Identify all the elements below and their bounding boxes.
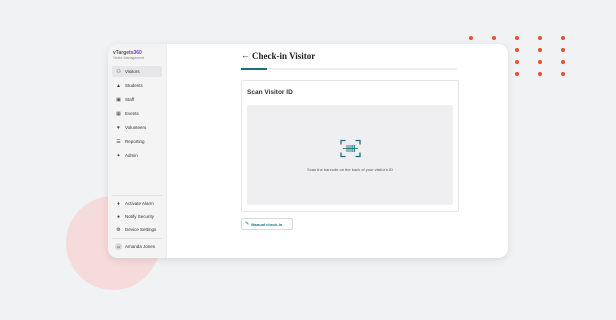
- page-title: Check-in Visitor: [252, 51, 316, 61]
- activate-alarm-button[interactable]: ♦ Activate Alarm: [112, 198, 162, 209]
- hand-heart-icon: ♥: [117, 124, 120, 131]
- sidebar-item-label: Reporting: [125, 139, 145, 144]
- sidebar-item-label: Notify Security: [125, 214, 155, 219]
- sidebar-item-staff[interactable]: ▣ Staff: [112, 94, 162, 105]
- shield-icon: ●: [116, 213, 121, 220]
- dot: [538, 36, 542, 40]
- manual-checkin-label: Manual check-in: [251, 221, 283, 227]
- sidebar: vTargets360 Visitor Management ⚇ Visitor…: [108, 44, 167, 258]
- brand-subtitle: Visitor Management: [113, 56, 145, 60]
- avatar: AJ: [115, 243, 122, 250]
- sidebar-divider: [112, 195, 162, 196]
- sidebar-item-students[interactable]: ▲ Students: [112, 80, 162, 91]
- people-icon: ⚇: [116, 68, 121, 75]
- dot: [561, 72, 565, 76]
- wrench-icon: ✦: [116, 152, 121, 159]
- bell-icon: ♦: [117, 200, 120, 207]
- sidebar-item-label: Staff: [125, 97, 135, 102]
- sidebar-divider: [112, 238, 162, 239]
- dot: [538, 72, 542, 76]
- progress-indicator: [241, 68, 267, 70]
- dot: [515, 48, 519, 52]
- sidebar-item-label: Students: [125, 83, 143, 88]
- dot: [492, 36, 496, 40]
- card-title: Scan Visitor ID: [247, 89, 293, 96]
- sidebar-item-label: Device Settings: [125, 227, 157, 232]
- chart-icon: ☰: [116, 138, 121, 145]
- calendar-icon: ▦: [116, 110, 121, 117]
- dot: [515, 36, 519, 40]
- dot: [515, 72, 519, 76]
- sidebar-item-events[interactable]: ▦ Events: [112, 108, 162, 119]
- scan-instruction: Scan the barcode on the back of your vis…: [307, 167, 393, 172]
- dot: [469, 36, 473, 40]
- app-window: vTargets360 Visitor Management ⚇ Visitor…: [108, 44, 508, 258]
- dot: [538, 60, 542, 64]
- sidebar-item-label: Volunteers: [125, 125, 147, 130]
- notify-security-button[interactable]: ● Notify Security: [112, 211, 162, 222]
- graduation-cap-icon: ▲: [116, 82, 121, 89]
- scan-card: Scan Visitor ID Scan the barcode on the …: [241, 80, 459, 212]
- briefcase-icon: ▣: [116, 96, 121, 103]
- dot: [538, 48, 542, 52]
- progress-track: [241, 68, 457, 70]
- sidebar-item-label: Visitors: [125, 69, 140, 74]
- barcode-scan-icon: [340, 139, 361, 158]
- scan-area: Scan the barcode on the back of your vis…: [247, 105, 453, 205]
- sidebar-item-label: Activate Alarm: [125, 201, 154, 206]
- pencil-icon: ✎: [245, 221, 250, 227]
- device-settings-button[interactable]: ⚙ Device Settings: [112, 224, 162, 235]
- sidebar-item-label: Admin: [125, 153, 138, 158]
- dot: [515, 60, 519, 64]
- sidebar-item-admin[interactable]: ✦ Admin: [112, 150, 162, 161]
- sidebar-item-volunteers[interactable]: ♥ Volunteers: [112, 122, 162, 133]
- user-profile[interactable]: AJ Amanda Jones: [112, 241, 162, 252]
- gear-icon: ⚙: [116, 226, 121, 233]
- back-arrow-icon[interactable]: ←: [241, 50, 250, 60]
- manual-checkin-button[interactable]: ✎ Manual check-in: [241, 218, 293, 230]
- dot: [561, 36, 565, 40]
- dot: [561, 48, 565, 52]
- user-name: Amanda Jones: [125, 244, 156, 249]
- sidebar-item-visitors[interactable]: ⚇ Visitors: [112, 66, 162, 77]
- dot: [561, 60, 565, 64]
- sidebar-item-reporting[interactable]: ☰ Reporting: [112, 136, 162, 147]
- sidebar-item-label: Events: [125, 111, 139, 116]
- main-content: ← Check-in Visitor Scan Visitor ID Scan …: [166, 44, 508, 258]
